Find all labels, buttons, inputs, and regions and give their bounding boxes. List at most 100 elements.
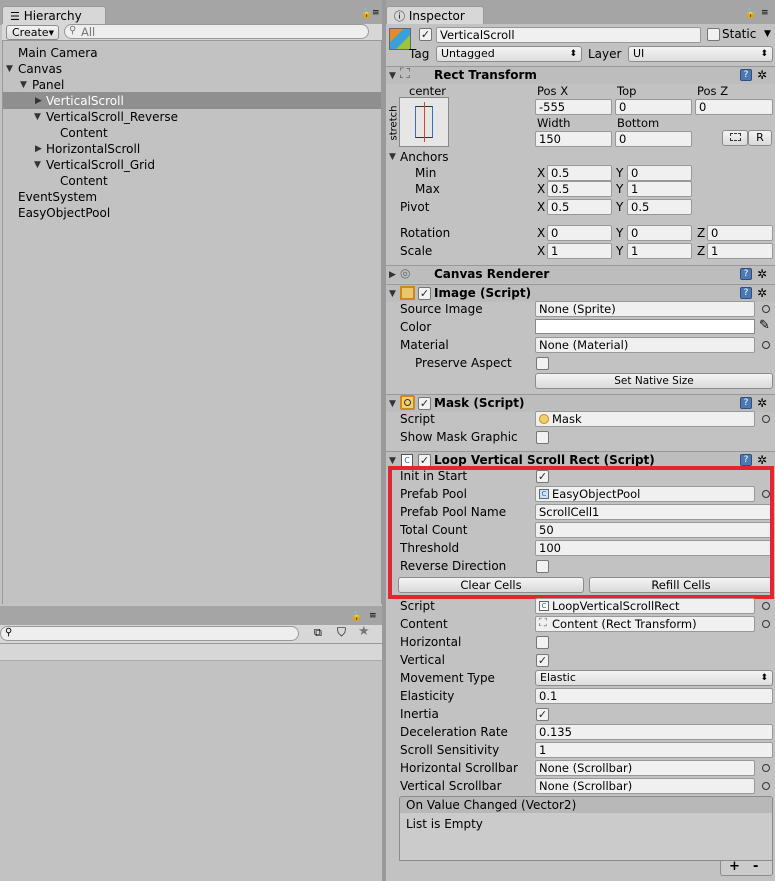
collapse-arrow-icon[interactable]: ▶ bbox=[35, 95, 42, 107]
menu-icon[interactable]: ≡ bbox=[761, 8, 769, 18]
expand-arrow-icon[interactable]: ▼ bbox=[6, 63, 13, 75]
hierarchy-item-horizontalscroll[interactable]: HorizontalScroll bbox=[46, 141, 140, 157]
blueprint-mode-button[interactable] bbox=[722, 130, 748, 146]
scale-z-input[interactable]: 1 bbox=[707, 243, 773, 259]
anchor-presets-button[interactable] bbox=[399, 97, 449, 147]
help-icon[interactable]: ? bbox=[740, 69, 752, 81]
layer-dropdown[interactable]: UI ⬍ bbox=[628, 46, 773, 62]
hierarchy-item-verticalscroll-grid[interactable]: VerticalScroll_Grid bbox=[46, 157, 155, 173]
hierarchy-search-input[interactable]: ⚲ All bbox=[64, 24, 369, 39]
object-picker-icon[interactable] bbox=[762, 620, 770, 628]
hierarchy-item-panel[interactable]: Panel bbox=[32, 77, 64, 93]
inertia-checkbox[interactable]: ✓ bbox=[536, 708, 549, 721]
image-header[interactable]: ▼ ✓ Image (Script) ? ✲ bbox=[386, 284, 775, 302]
foldout-arrow-icon[interactable]: ▶ bbox=[389, 269, 396, 281]
help-icon[interactable]: ? bbox=[740, 287, 752, 299]
vertical-scrollbar-field[interactable]: None (Scrollbar) bbox=[535, 778, 755, 794]
filter-type-icon[interactable]: ⧉ bbox=[314, 626, 322, 640]
menu-icon[interactable]: ≡ bbox=[372, 8, 380, 18]
hierarchy-tab[interactable]: ☰ Hierarchy bbox=[2, 6, 106, 25]
foldout-arrow-icon[interactable]: ▼ bbox=[389, 151, 396, 163]
canvas-renderer-header[interactable]: ▶ ◎ Canvas Renderer ? ✲ bbox=[386, 265, 775, 283]
inspector-tab[interactable]: ⓘ Inspector bbox=[386, 6, 484, 25]
add-button[interactable]: + bbox=[729, 859, 740, 874]
pos-x-input[interactable]: -555 bbox=[535, 99, 612, 115]
hierarchy-item-main-camera[interactable]: Main Camera bbox=[18, 45, 98, 61]
show-mask-graphic-checkbox[interactable] bbox=[536, 431, 549, 444]
remove-button[interactable]: - bbox=[753, 859, 758, 874]
foldout-arrow-icon[interactable]: ▼ bbox=[389, 288, 396, 300]
top-input[interactable]: 0 bbox=[615, 99, 692, 115]
static-checkbox[interactable] bbox=[707, 28, 720, 41]
elasticity-input[interactable]: 0.1 bbox=[535, 688, 773, 704]
anchor-min-y-input[interactable]: 0 bbox=[627, 165, 692, 181]
eyedropper-icon[interactable]: ✎ bbox=[759, 318, 770, 333]
pivot-y-input[interactable]: 0.5 bbox=[627, 199, 692, 215]
lock-icon[interactable]: 🔒 bbox=[745, 9, 756, 19]
label-tag-icon[interactable]: ⛉ bbox=[337, 625, 346, 640]
width-input[interactable]: 150 bbox=[535, 131, 612, 147]
anchor-max-y-input[interactable]: 1 bbox=[627, 181, 692, 197]
hierarchy-item-canvas[interactable]: Canvas bbox=[18, 61, 62, 77]
anchor-min-x-input[interactable]: 0.5 bbox=[547, 165, 612, 181]
lock-icon[interactable]: 🔒 bbox=[351, 612, 362, 622]
rect-transform-header[interactable]: ▼ ⛶ Rect Transform ? ✲ bbox=[386, 66, 775, 84]
gear-icon[interactable]: ✲ bbox=[757, 69, 767, 81]
rotation-x-input[interactable]: 0 bbox=[547, 225, 612, 241]
horizontal-checkbox[interactable] bbox=[536, 636, 549, 649]
help-icon[interactable]: ? bbox=[740, 454, 752, 466]
expand-arrow-icon[interactable]: ▼ bbox=[20, 79, 27, 91]
foldout-arrow-icon[interactable]: ▼ bbox=[389, 398, 396, 410]
gear-icon[interactable]: ✲ bbox=[757, 397, 767, 409]
project-search-input[interactable]: ⚲ bbox=[0, 626, 299, 641]
bottom-input[interactable]: 0 bbox=[615, 131, 692, 147]
color-swatch[interactable] bbox=[535, 319, 755, 334]
active-checkbox[interactable]: ✓ bbox=[419, 28, 432, 41]
rotation-y-input[interactable]: 0 bbox=[627, 225, 692, 241]
pivot-x-input[interactable]: 0.5 bbox=[547, 199, 612, 215]
deceleration-rate-input[interactable]: 0.135 bbox=[535, 724, 773, 740]
loop-script-field[interactable]: C LoopVerticalScrollRect bbox=[535, 598, 755, 614]
movement-type-dropdown[interactable]: Elastic ⬍ bbox=[535, 670, 773, 686]
hierarchy-item-content[interactable]: Content bbox=[60, 125, 108, 141]
hierarchy-item-verticalscroll[interactable]: VerticalScroll bbox=[46, 93, 124, 109]
scroll-sensitivity-input[interactable]: 1 bbox=[535, 742, 773, 758]
object-picker-icon[interactable] bbox=[762, 415, 770, 423]
horizontal-scrollbar-field[interactable]: None (Scrollbar) bbox=[535, 760, 755, 776]
mask-header[interactable]: ▼ ✓ Mask (Script) ? ✲ bbox=[386, 394, 775, 412]
foldout-arrow-icon[interactable]: ▼ bbox=[389, 70, 396, 82]
object-picker-icon[interactable] bbox=[762, 305, 770, 313]
gear-icon[interactable]: ✲ bbox=[757, 454, 767, 466]
scale-y-input[interactable]: 1 bbox=[627, 243, 692, 259]
object-picker-icon[interactable] bbox=[762, 341, 770, 349]
scale-x-input[interactable]: 1 bbox=[547, 243, 612, 259]
object-picker-icon[interactable] bbox=[762, 764, 770, 772]
menu-icon[interactable]: ≡ bbox=[369, 611, 377, 621]
expand-arrow-icon[interactable]: ▼ bbox=[34, 111, 41, 123]
object-picker-icon[interactable] bbox=[762, 782, 770, 790]
content-field[interactable]: ⛶ Content (Rect Transform) bbox=[535, 616, 755, 632]
vertical-checkbox[interactable]: ✓ bbox=[536, 654, 549, 667]
help-icon[interactable]: ? bbox=[740, 268, 752, 280]
preserve-aspect-checkbox[interactable] bbox=[536, 357, 549, 370]
object-picker-icon[interactable] bbox=[762, 602, 770, 610]
hierarchy-item-verticalscroll-reverse[interactable]: VerticalScroll_Reverse bbox=[46, 109, 178, 125]
create-button[interactable]: Create ▼ bbox=[6, 25, 59, 40]
favorite-star-icon[interactable]: ★ bbox=[358, 624, 370, 639]
hierarchy-item-easyobjectpool[interactable]: EasyObjectPool bbox=[18, 205, 110, 221]
mask-script-field[interactable]: Mask bbox=[535, 411, 755, 427]
help-icon[interactable]: ? bbox=[740, 397, 752, 409]
mask-enabled-checkbox[interactable]: ✓ bbox=[418, 397, 431, 410]
rotation-z-input[interactable]: 0 bbox=[707, 225, 773, 241]
object-name-input[interactable]: VerticalScroll bbox=[436, 27, 701, 43]
anchor-max-x-input[interactable]: 0.5 bbox=[547, 181, 612, 197]
collapse-arrow-icon[interactable]: ▶ bbox=[35, 143, 42, 155]
raw-edit-button[interactable]: R bbox=[748, 130, 772, 146]
gear-icon[interactable]: ✲ bbox=[757, 268, 767, 280]
source-image-field[interactable]: None (Sprite) bbox=[535, 301, 755, 317]
material-field[interactable]: None (Material) bbox=[535, 337, 755, 353]
gear-icon[interactable]: ✲ bbox=[757, 287, 767, 299]
hierarchy-item-content[interactable]: Content bbox=[60, 173, 108, 189]
expand-arrow-icon[interactable]: ▼ bbox=[34, 159, 41, 171]
image-enabled-checkbox[interactable]: ✓ bbox=[418, 287, 431, 300]
